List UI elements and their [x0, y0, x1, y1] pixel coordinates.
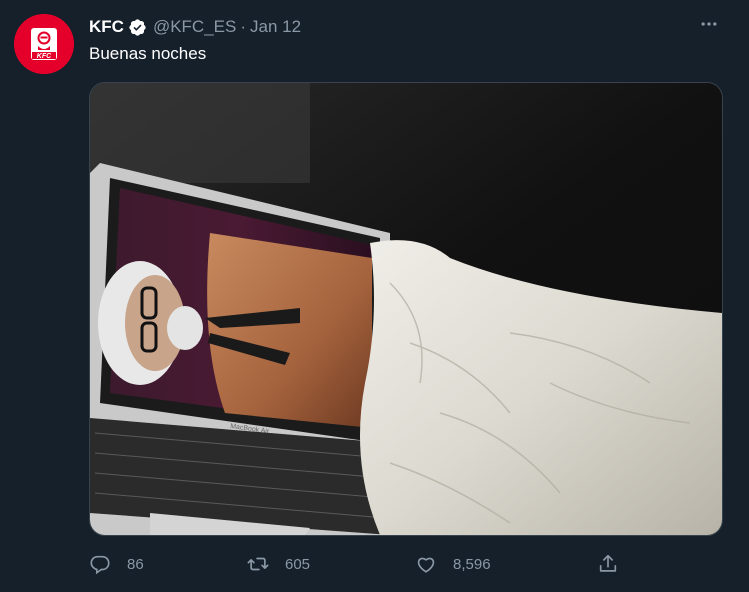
retweet-count: 605 [285, 555, 311, 573]
tweet-photo: MacBook Air [90, 83, 722, 535]
share-icon [599, 554, 617, 572]
author-handle[interactable]: @KFC_ES [153, 17, 236, 37]
svg-text:KFC: KFC [37, 53, 52, 60]
tweet-date[interactable]: Jan 12 [250, 17, 301, 37]
tweet[interactable]: KFC KFC @KFC_ES · Jan 12 Buenas noches M… [0, 0, 749, 592]
like-count: 8,596 [453, 555, 491, 573]
author-name[interactable]: KFC [89, 17, 124, 37]
verified-badge-icon [129, 18, 146, 36]
tweet-header: KFC @KFC_ES · Jan 12 [89, 16, 301, 38]
like-button[interactable]: 8,596 [415, 549, 491, 579]
tweet-actions: 86 605 8,596 [89, 549, 629, 579]
retweet-button[interactable]: 605 [247, 549, 310, 579]
reply-count: 86 [127, 555, 144, 573]
avatar[interactable]: KFC [14, 14, 74, 74]
kfc-logo-icon: KFC [14, 14, 74, 74]
tweet-text: Buenas noches [89, 44, 207, 63]
heart-icon [417, 557, 435, 573]
reply-button[interactable]: 86 [89, 549, 144, 579]
more-options-icon [701, 22, 717, 26]
reply-icon [90, 555, 110, 575]
more-options-button[interactable] [699, 14, 719, 34]
retweet-icon [247, 557, 269, 571]
tweet-media[interactable]: MacBook Air [89, 82, 723, 536]
separator: · [240, 17, 247, 36]
share-button[interactable] [597, 549, 619, 579]
